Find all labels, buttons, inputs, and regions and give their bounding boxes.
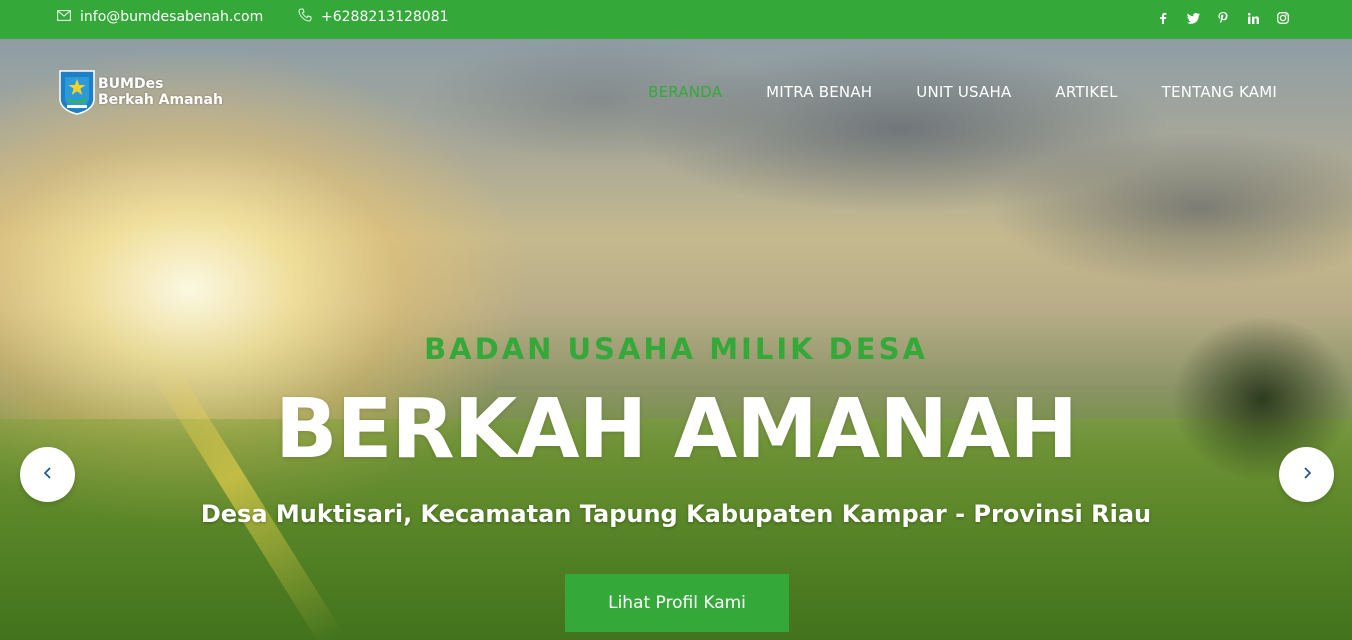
facebook-icon[interactable]	[1148, 0, 1178, 36]
chevron-right-icon	[1302, 465, 1312, 485]
site-logo[interactable]: BUMDes Berkah Amanah	[58, 69, 223, 115]
phone-text: +6288213128081	[321, 9, 449, 25]
hero-tagline: Desa Muktisari, Kecamatan Tapung Kabupat…	[200, 500, 1152, 528]
contact-phone[interactable]: +6288213128081	[298, 0, 449, 34]
nav-item-mitra-benah[interactable]: MITRA BENAH	[766, 80, 872, 104]
email-text: info@bumdesabenah.com	[80, 9, 264, 25]
main-nav: BERANDA MITRA BENAH UNIT USAHA ARTIKEL T…	[604, 80, 1277, 104]
nav-item-unit-usaha[interactable]: UNIT USAHA	[916, 80, 1011, 104]
phone-icon	[298, 8, 321, 26]
twitter-icon[interactable]	[1178, 0, 1208, 36]
nav-item-tentang-kami[interactable]: TENTANG KAMI	[1162, 80, 1277, 104]
contact-email[interactable]: info@bumdesabenah.com	[57, 0, 263, 34]
nav-item-beranda[interactable]: BERANDA	[648, 80, 722, 104]
hero-subtitle: BADAN USAHA MILIK DESA	[424, 332, 928, 366]
chevron-left-icon	[43, 465, 53, 485]
hero-headline: BERKAH AMANAH	[274, 382, 1078, 477]
instagram-icon[interactable]	[1268, 0, 1298, 36]
view-profile-button[interactable]: Lihat Profil Kami	[565, 574, 789, 632]
linkedin-icon[interactable]	[1238, 0, 1268, 36]
nav-item-artikel[interactable]: ARTIKEL	[1055, 80, 1117, 104]
brand-line-2: Berkah Amanah	[98, 92, 223, 108]
envelope-icon	[57, 9, 80, 25]
slider-next-button[interactable]	[1279, 447, 1334, 502]
slider-prev-button[interactable]	[20, 447, 75, 502]
social-links	[1148, 0, 1298, 36]
top-bar: info@bumdesabenah.com +6288213128081	[0, 0, 1352, 39]
pinterest-icon[interactable]	[1208, 0, 1238, 36]
village-emblem-icon	[58, 69, 96, 115]
brand-line-1: BUMDes	[98, 76, 164, 92]
brand-name: BUMDes Berkah Amanah	[98, 76, 223, 108]
